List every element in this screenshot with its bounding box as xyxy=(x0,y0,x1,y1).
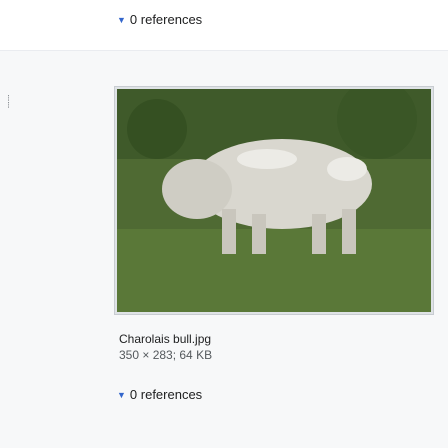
image-filename[interactable]: Charolais bull.jpg xyxy=(119,332,211,346)
image-meta: 350 × 283; 64 KB xyxy=(119,348,213,362)
references-label: 0 references xyxy=(129,12,203,27)
chevron-down-icon: ▼ xyxy=(117,390,126,400)
references-toggle-top[interactable]: ▼ 0 references xyxy=(117,12,202,27)
bull-photo xyxy=(117,89,431,312)
top-panel xyxy=(0,0,448,50)
references-label: 0 references xyxy=(129,387,203,402)
section-divider xyxy=(0,50,448,51)
chevron-down-icon: ▼ xyxy=(117,15,126,25)
drag-handle-icon[interactable]: ⁝ ⁝ xyxy=(4,94,13,110)
references-toggle-bottom[interactable]: ▼ 0 references xyxy=(117,387,202,402)
image-thumbnail[interactable] xyxy=(114,86,434,315)
